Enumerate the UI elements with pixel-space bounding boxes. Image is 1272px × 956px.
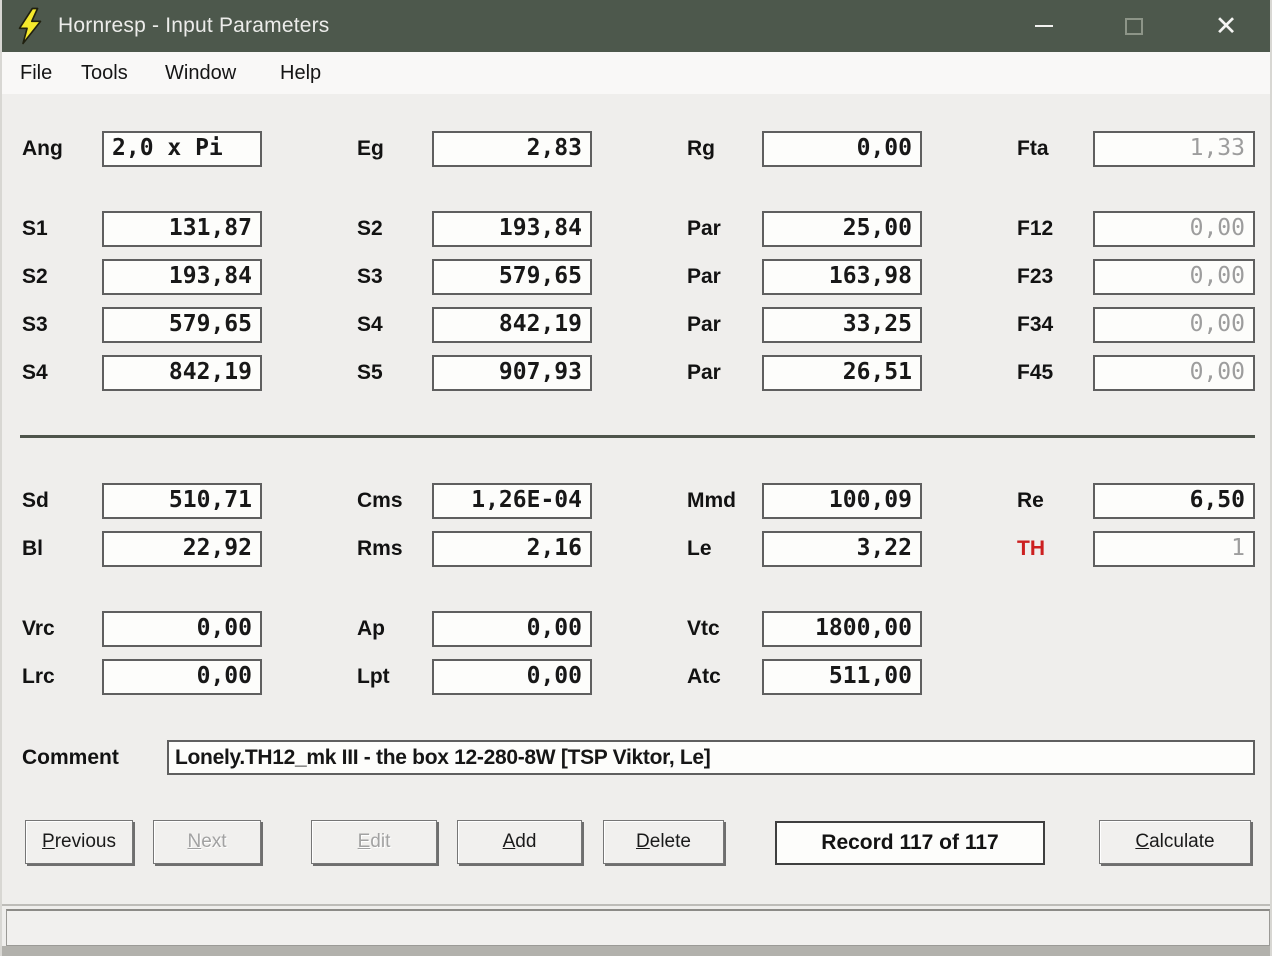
edit-button: Edit xyxy=(311,820,437,864)
rg-field[interactable]: 0,00 xyxy=(762,131,922,167)
lrc-label: Lrc xyxy=(22,659,55,695)
minimize-icon xyxy=(1035,25,1053,27)
f23-label: F23 xyxy=(1017,259,1053,295)
f45-field: 0,00 xyxy=(1093,355,1255,391)
status-divider xyxy=(2,904,1272,906)
par4-field[interactable]: 26,51 xyxy=(762,355,922,391)
par3-label: Par xyxy=(687,307,721,343)
ang-field[interactable]: 2,0 x Pi xyxy=(102,131,262,167)
hornresp-window: Hornresp - Input Parameters ✕ File Tools… xyxy=(0,0,1272,956)
window-title: Hornresp - Input Parameters xyxy=(58,0,330,52)
le-field[interactable]: 3,22 xyxy=(762,531,922,567)
rms-field[interactable]: 2,16 xyxy=(432,531,592,567)
mmd-label: Mmd xyxy=(687,483,736,519)
atc-label: Atc xyxy=(687,659,721,695)
lrc-field[interactable]: 0,00 xyxy=(102,659,262,695)
menu-window[interactable]: Window xyxy=(165,52,236,94)
next-button: Next xyxy=(153,820,261,864)
fta-field: 1,33 xyxy=(1093,131,1255,167)
s2-label-col1: S2 xyxy=(22,259,48,295)
par4-label: Par xyxy=(687,355,721,391)
vtc-field[interactable]: 1800,00 xyxy=(762,611,922,647)
f34-field: 0,00 xyxy=(1093,307,1255,343)
mmd-field[interactable]: 100,09 xyxy=(762,483,922,519)
menu-tools[interactable]: Tools xyxy=(81,52,128,94)
vtc-label: Vtc xyxy=(687,611,720,647)
s1-label: S1 xyxy=(22,211,48,247)
atc-field[interactable]: 511,00 xyxy=(762,659,922,695)
add-button[interactable]: Add xyxy=(457,820,582,864)
re-field[interactable]: 6,50 xyxy=(1093,483,1255,519)
f23-field: 0,00 xyxy=(1093,259,1255,295)
cms-label: Cms xyxy=(357,483,403,519)
status-bar xyxy=(6,909,1270,946)
calculate-button[interactable]: Calculate xyxy=(1099,820,1251,864)
close-button[interactable]: ✕ xyxy=(1201,0,1251,52)
record-counter: Record 117 of 117 xyxy=(775,821,1045,865)
s5-field[interactable]: 907,93 xyxy=(432,355,592,391)
cms-field[interactable]: 1,26E-04 xyxy=(432,483,592,519)
le-label: Le xyxy=(687,531,712,567)
close-icon: ✕ xyxy=(1215,0,1238,52)
window-bottom-edge xyxy=(2,946,1272,956)
previous-button[interactable]: Previous xyxy=(25,820,133,864)
vrc-label: Vrc xyxy=(22,611,55,647)
s2-field-col2[interactable]: 193,84 xyxy=(432,211,592,247)
s3-label-col1: S3 xyxy=(22,307,48,343)
s4-field-col1[interactable]: 842,19 xyxy=(102,355,262,391)
s3-label-col2: S3 xyxy=(357,259,383,295)
rms-label: Rms xyxy=(357,531,403,567)
vrc-field[interactable]: 0,00 xyxy=(102,611,262,647)
f12-field: 0,00 xyxy=(1093,211,1255,247)
ap-field[interactable]: 0,00 xyxy=(432,611,592,647)
lightning-bolt-icon xyxy=(16,7,44,45)
s3-field-col2[interactable]: 579,65 xyxy=(432,259,592,295)
delete-button[interactable]: Delete xyxy=(603,820,724,864)
th-label: TH xyxy=(1017,531,1045,567)
s4-label-col1: S4 xyxy=(22,355,48,391)
ap-label: Ap xyxy=(357,611,385,647)
f34-label: F34 xyxy=(1017,307,1053,343)
eg-label: Eg xyxy=(357,131,384,167)
s2-label-col2: S2 xyxy=(357,211,383,247)
menu-file[interactable]: File xyxy=(20,52,52,94)
menu-help[interactable]: Help xyxy=(280,52,321,94)
ang-label: Ang xyxy=(22,131,63,167)
s2-field-col1[interactable]: 193,84 xyxy=(102,259,262,295)
par3-field[interactable]: 33,25 xyxy=(762,307,922,343)
s4-label-col2: S4 xyxy=(357,307,383,343)
s3-field-col1[interactable]: 579,65 xyxy=(102,307,262,343)
sd-label: Sd xyxy=(22,483,49,519)
comment-label: Comment xyxy=(22,740,119,775)
s5-label: S5 xyxy=(357,355,383,391)
par1-field[interactable]: 25,00 xyxy=(762,211,922,247)
lpt-label: Lpt xyxy=(357,659,390,695)
par2-label: Par xyxy=(687,259,721,295)
f45-label: F45 xyxy=(1017,355,1053,391)
maximize-button[interactable] xyxy=(1109,0,1159,52)
s1-field[interactable]: 131,87 xyxy=(102,211,262,247)
rg-label: Rg xyxy=(687,131,715,167)
minimize-button[interactable] xyxy=(1019,0,1069,52)
th-field: 1 xyxy=(1093,531,1255,567)
title-bar: Hornresp - Input Parameters ✕ xyxy=(2,0,1272,52)
eg-field[interactable]: 2,83 xyxy=(432,131,592,167)
par1-label: Par xyxy=(687,211,721,247)
s4-field-col2[interactable]: 842,19 xyxy=(432,307,592,343)
bl-field[interactable]: 22,92 xyxy=(102,531,262,567)
maximize-icon xyxy=(1125,18,1143,35)
par2-field[interactable]: 163,98 xyxy=(762,259,922,295)
comment-field[interactable]: Lonely.TH12_mk III - the box 12-280-8W [… xyxy=(167,740,1255,775)
re-label: Re xyxy=(1017,483,1044,519)
sd-field[interactable]: 510,71 xyxy=(102,483,262,519)
menu-bar: File Tools Window Help xyxy=(2,52,1272,94)
f12-label: F12 xyxy=(1017,211,1053,247)
bl-label: Bl xyxy=(22,531,43,567)
fta-label: Fta xyxy=(1017,131,1049,167)
lpt-field[interactable]: 0,00 xyxy=(432,659,592,695)
section-divider xyxy=(20,435,1255,438)
